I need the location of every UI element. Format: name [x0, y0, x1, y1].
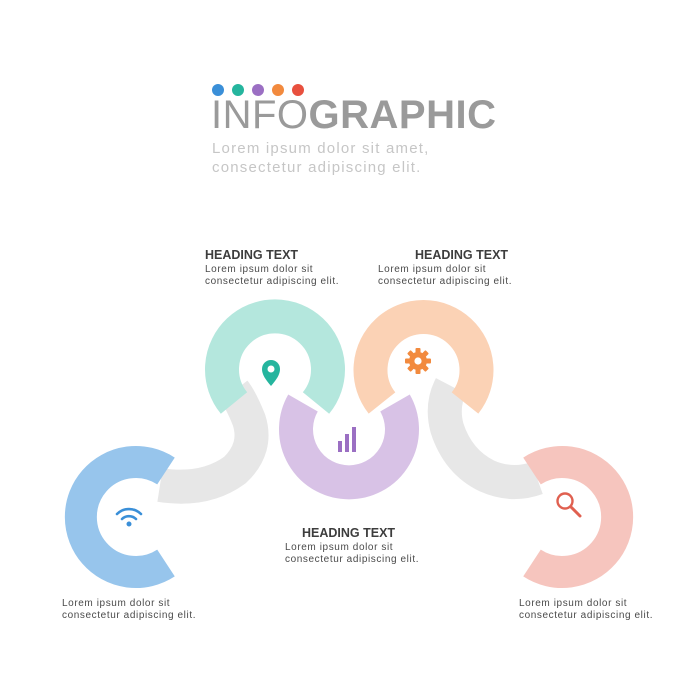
gear-icon — [405, 348, 431, 374]
wifi-body: Lorem ipsum dolor sit consectetur adipis… — [62, 598, 196, 622]
location-body-line-1: Lorem ipsum dolor sit — [205, 264, 314, 275]
gear-body-line-2: consectetur adipiscing elit. — [378, 276, 513, 287]
wave-diagram — [64, 299, 634, 588]
connector-wifi-location — [157, 380, 269, 504]
gear-heading: HEADING TEXT — [415, 248, 509, 262]
gear-body-line-1: Lorem ipsum dolor sit — [378, 264, 487, 275]
location-body: Lorem ipsum dolor sit consectetur adipis… — [205, 264, 339, 288]
location-heading: HEADING TEXT — [205, 248, 299, 262]
ring-search — [523, 446, 634, 588]
bar-chart-icon — [338, 427, 356, 452]
wifi-icon — [115, 507, 143, 527]
wifi-body-line-1: Lorem ipsum dolor sit — [62, 598, 171, 609]
infographic-canvas: INFOGRAPHIC Lorem ipsum dolor sit amet, … — [0, 0, 700, 700]
location-body-line-2: consectetur adipiscing elit. — [205, 276, 340, 287]
wifi-body-line-2: consectetur adipiscing elit. — [62, 610, 197, 621]
connector-gear-search — [427, 378, 543, 499]
gear-body: Lorem ipsum dolor sit consectetur adipis… — [378, 264, 512, 288]
search-body: Lorem ipsum dolor sit consectetur adipis… — [519, 598, 653, 622]
location-pin-icon — [262, 360, 280, 386]
chart-body: Lorem ipsum dolor sit consectetur adipis… — [285, 542, 419, 566]
search-body-line-1: Lorem ipsum dolor sit — [519, 598, 628, 609]
chart-body-line-1: Lorem ipsum dolor sit — [285, 542, 394, 553]
chart-body-line-2: consectetur adipiscing elit. — [285, 554, 420, 565]
ring-location — [205, 299, 345, 414]
search-body-line-2: consectetur adipiscing elit. — [519, 610, 654, 621]
magnifier-icon — [556, 492, 582, 518]
chart-heading: HEADING TEXT — [302, 526, 396, 540]
